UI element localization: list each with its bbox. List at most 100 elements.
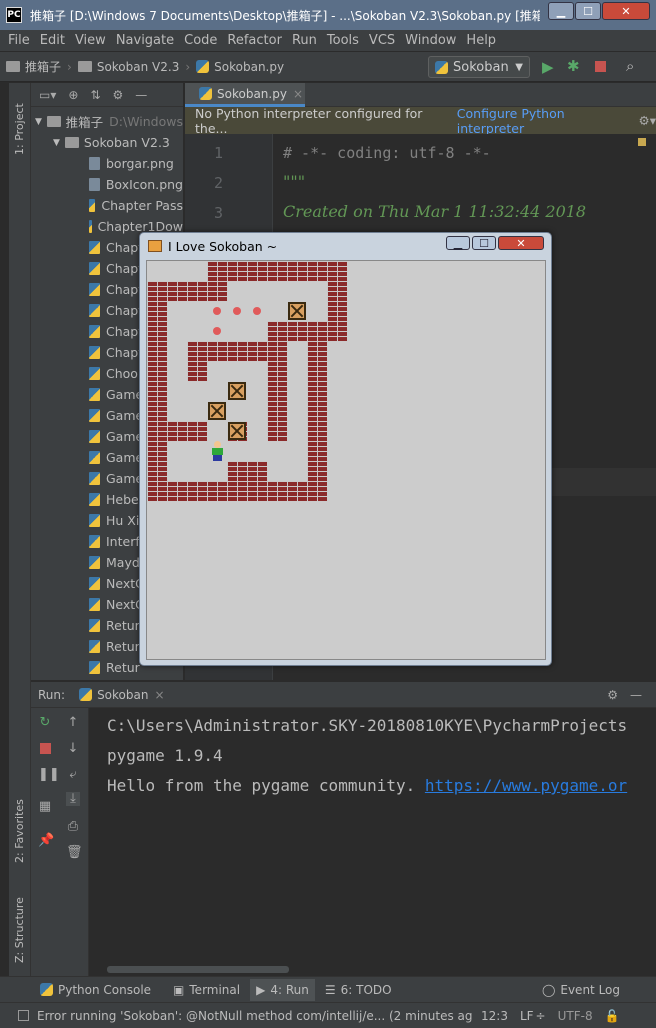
code-line: Created on Thu Mar 1 11:32:44 2018: [283, 202, 587, 221]
tab-python-console[interactable]: Python Console: [40, 983, 151, 997]
inspection-marker[interactable]: [638, 138, 646, 146]
menu-window[interactable]: Window: [405, 33, 456, 48]
menu-tools[interactable]: Tools: [327, 33, 359, 48]
horizontal-scrollbar[interactable]: [107, 966, 289, 973]
arrow-down-icon[interactable]: ↓: [66, 742, 80, 756]
wall-brick: [147, 321, 167, 341]
breadcrumb-folder[interactable]: Sokoban V2.3: [77, 60, 179, 74]
pygame-maximize-button[interactable]: ☐: [472, 236, 496, 250]
python-file-icon: [199, 87, 212, 100]
tree-folder[interactable]: ▼ Sokoban V2.3: [31, 132, 183, 153]
menu-navigate[interactable]: Navigate: [116, 33, 174, 48]
project-tool-tab[interactable]: 1: Project: [13, 103, 26, 155]
close-tab-icon[interactable]: ×: [293, 87, 303, 101]
gear-icon[interactable]: ⚙: [113, 88, 124, 102]
tree-root[interactable]: ▼ 推箱子 D:\Windows: [31, 111, 183, 132]
run-console-output[interactable]: C:\Users\Administrator.SKY-20180810KYE\P…: [89, 708, 656, 976]
run-tab-sokoban[interactable]: Sokoban: [97, 688, 148, 702]
folder-icon: [77, 61, 92, 72]
locate-icon[interactable]: ⊕: [68, 88, 78, 102]
pause-icon[interactable]: ❚❚: [38, 768, 60, 782]
pygame-close-button[interactable]: ✕: [498, 236, 544, 250]
wall-brick: [327, 281, 347, 301]
maximize-button[interactable]: ☐: [575, 2, 601, 20]
wall-brick: [147, 481, 167, 501]
close-tab-icon[interactable]: ×: [154, 688, 164, 702]
pygame-window[interactable]: I Love Sokoban ~ ▁ ☐ ✕: [139, 232, 552, 666]
menu-help[interactable]: Help: [466, 33, 496, 48]
wall-brick: [247, 261, 267, 281]
search-icon[interactable]: ⌕: [626, 57, 634, 75]
rerun-icon[interactable]: ↻: [38, 716, 52, 730]
crate: [288, 302, 306, 320]
wall-brick: [267, 341, 287, 361]
menu-edit[interactable]: Edit: [40, 33, 65, 48]
menu-file[interactable]: File: [8, 33, 30, 48]
breadcrumb-file[interactable]: Sokoban.py: [196, 60, 284, 74]
print-icon[interactable]: ⎙: [66, 820, 80, 834]
file-encoding[interactable]: UTF-8: [558, 1009, 593, 1023]
wall-brick: [307, 421, 327, 441]
tab-run[interactable]: ▶ 4: Run: [250, 978, 315, 1001]
favorites-tool-tab[interactable]: 2: Favorites: [13, 799, 26, 863]
run-panel-header: Run: Sokoban × ⚙ —: [31, 682, 656, 708]
menu-refactor[interactable]: Refactor: [227, 33, 282, 48]
hide-icon[interactable]: —: [630, 688, 642, 702]
configure-interpreter-link[interactable]: Configure Python interpreter: [457, 106, 631, 136]
run-configuration-select[interactable]: Sokoban ▼: [428, 56, 530, 78]
caret-position[interactable]: 12:3: [481, 1009, 508, 1023]
view-mode-icon[interactable]: ▭▾: [39, 88, 56, 102]
wall-brick: [227, 461, 247, 481]
pygame-minimize-button[interactable]: ▁: [446, 236, 470, 250]
tree-file[interactable]: Chapter Pass: [31, 195, 183, 216]
toggle-tool-windows-icon[interactable]: [18, 1010, 29, 1021]
menu-vcs[interactable]: VCS: [369, 33, 395, 48]
pygame-url-link[interactable]: https://www.pygame.or: [425, 776, 627, 795]
wall-brick: [227, 261, 247, 281]
stop-icon[interactable]: [595, 61, 606, 72]
tab-todo[interactable]: ☰ 6: TODO: [325, 983, 392, 997]
soft-wrap-icon[interactable]: ⤶: [66, 768, 80, 782]
close-window-button[interactable]: ✕: [602, 2, 650, 20]
wall-brick: [307, 261, 327, 281]
gear-icon[interactable]: ⚙: [607, 688, 618, 702]
console-line: C:\Users\Administrator.SKY-20180810KYE\P…: [107, 716, 628, 735]
wall-brick: [307, 341, 327, 361]
event-log-button[interactable]: ◯ Event Log: [542, 983, 620, 997]
breadcrumb-separator: ›: [185, 59, 191, 74]
hide-icon[interactable]: —: [135, 88, 147, 102]
debug-bug-icon[interactable]: ✱: [567, 57, 580, 75]
tab-sokoban-py[interactable]: Sokoban.py ×: [185, 83, 305, 107]
collapse-icon[interactable]: ⇅: [90, 88, 100, 102]
menu-code[interactable]: Code: [184, 33, 217, 48]
structure-tool-tab[interactable]: Z: Structure: [13, 897, 26, 963]
tab-terminal[interactable]: ▣ Terminal: [173, 983, 240, 997]
console-line: pygame 1.9.4: [107, 746, 223, 765]
breadcrumb-project[interactable]: 推箱子: [6, 58, 61, 75]
tree-file[interactable]: borgar.png: [31, 153, 183, 174]
line-separator[interactable]: LF: [520, 1009, 534, 1023]
run-toolbar-left: ↻ ❚❚ ▦ 📌: [31, 708, 60, 976]
python-file-icon: [89, 556, 100, 569]
layout-icon[interactable]: ▦: [38, 800, 52, 814]
lock-icon[interactable]: 🔓: [605, 1009, 620, 1023]
tree-file[interactable]: BoxIcon.png: [31, 174, 183, 195]
python-file-icon: [89, 514, 100, 527]
status-message[interactable]: Error running 'Sokoban': @NotNull method…: [37, 1009, 473, 1023]
interpreter-warning-bar: No Python interpreter configured for the…: [185, 106, 656, 136]
wall-brick: [207, 281, 227, 301]
arrow-up-icon[interactable]: ↑: [66, 716, 80, 730]
scroll-to-end-icon[interactable]: ⤓: [66, 792, 80, 806]
pin-icon[interactable]: 📌: [38, 834, 54, 848]
stop-icon[interactable]: [38, 742, 52, 756]
menu-run[interactable]: Run: [292, 33, 317, 48]
minimize-button[interactable]: ▁: [548, 2, 574, 20]
gear-icon[interactable]: ⚙▾: [639, 113, 656, 128]
wall-brick: [267, 321, 287, 341]
python-file-icon: [89, 577, 100, 590]
run-play-icon[interactable]: ▶: [542, 58, 554, 76]
python-file-icon: [89, 661, 100, 674]
trash-icon[interactable]: 🗑: [66, 846, 83, 860]
menu-view[interactable]: View: [75, 33, 106, 48]
sokoban-game-canvas[interactable]: [146, 260, 546, 660]
